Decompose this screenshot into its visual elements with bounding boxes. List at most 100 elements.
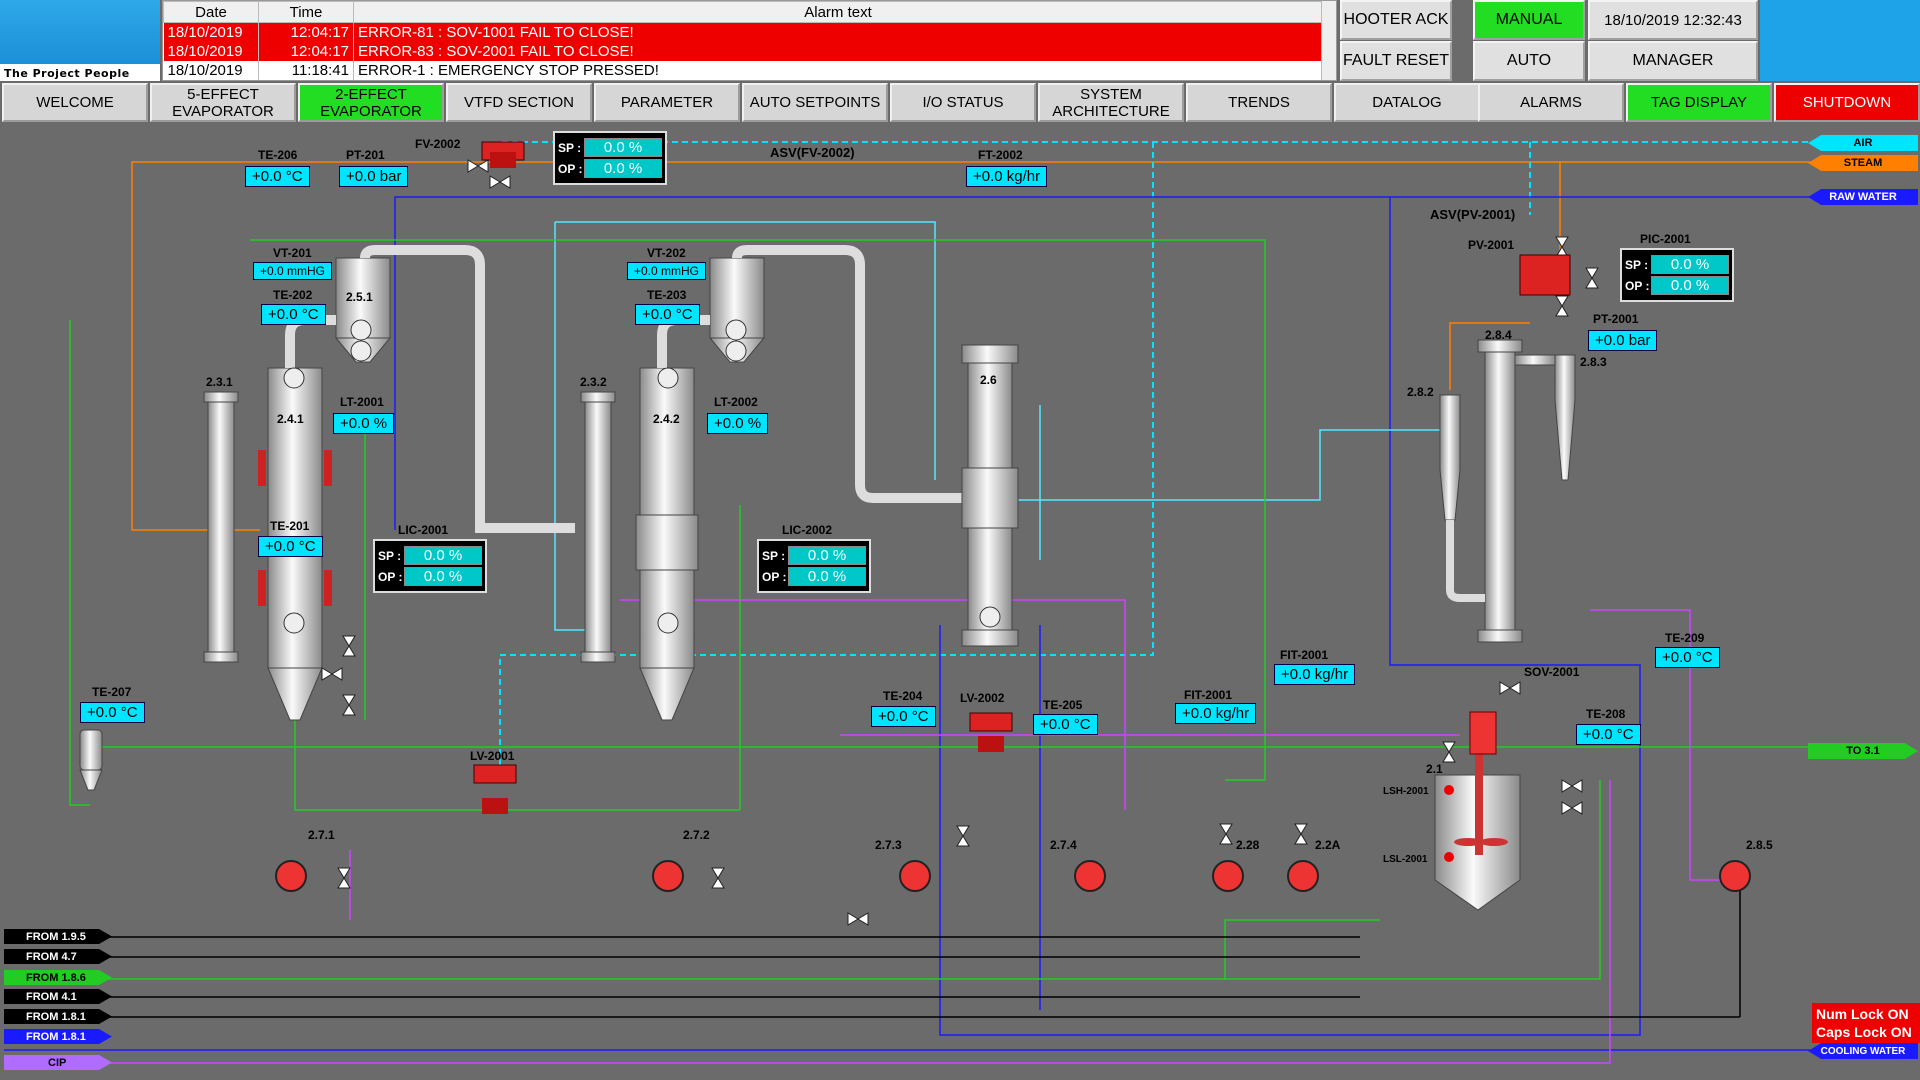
alarm-time: 12:04:17 — [258, 22, 354, 42]
nav-alarms[interactable]: ALARMS — [1478, 83, 1624, 122]
lic2001-faceplate[interactable]: SP :0.0 % OP :0.0 % — [373, 539, 487, 593]
header-blank-panel — [1760, 0, 1920, 81]
fv2002-faceplate[interactable]: SP :0.0 % OP :0.0 % — [553, 131, 667, 185]
from-tag: FROM 4.7 — [4, 949, 112, 964]
alarm-row[interactable]: 18/10/2019 12:04:17 ERROR-81 : SOV-1001 … — [163, 22, 1323, 42]
fit2001b-value[interactable]: +0.0 kg/hr — [1175, 703, 1257, 724]
cooler-te207 — [79, 729, 103, 791]
nav-2-effect-evaporator[interactable]: 2-EFFECT EVAPORATOR — [298, 83, 444, 122]
te201-value[interactable]: +0.0 °C — [258, 536, 323, 557]
pt201-value[interactable]: +0.0 bar — [339, 166, 409, 187]
te203-value[interactable]: +0.0 °C — [635, 304, 700, 325]
op-label: OP : — [378, 569, 403, 584]
lic2001-op[interactable]: 0.0 % — [404, 567, 482, 586]
nav-io-status[interactable]: I/O STATUS — [890, 83, 1036, 122]
te205-value[interactable]: +0.0 °C — [1033, 714, 1098, 735]
te204-value[interactable]: +0.0 °C — [871, 706, 936, 727]
vt202-value[interactable]: +0.0 mmHG — [627, 262, 707, 280]
pic2001-faceplate[interactable]: SP :0.0 % OP :0.0 % — [1620, 248, 1734, 302]
te209-value[interactable]: +0.0 °C — [1655, 647, 1720, 668]
lv2001-label: LV-2001 — [470, 749, 515, 763]
te207-value[interactable]: +0.0 °C — [80, 702, 145, 723]
pv2001-label: PV-2001 — [1468, 238, 1515, 252]
nav-shutdown[interactable]: SHUTDOWN — [1774, 83, 1920, 122]
nav-vtfd-section[interactable]: VTFD SECTION — [446, 83, 592, 122]
te201-label: TE-201 — [270, 519, 310, 533]
pt201-label: PT-201 — [346, 148, 385, 162]
equip-2-3-1: 2.3.1 — [206, 375, 233, 389]
fv2002-op[interactable]: 0.0 % — [584, 159, 662, 178]
pt2001-label: PT-2001 — [1593, 312, 1639, 326]
lt2001-value[interactable]: +0.0 % — [333, 413, 395, 434]
pump-2-7-2: 2.7.2 — [683, 828, 710, 842]
nav-trends[interactable]: TRENDS — [1186, 83, 1332, 122]
pump-2-7-1: 2.7.1 — [308, 828, 335, 842]
equip-2-8-4: 2.8.4 — [1485, 328, 1512, 342]
nav-parameter[interactable]: PARAMETER — [594, 83, 740, 122]
asv-fv2002-label: ASV(FV-2002) — [770, 145, 855, 160]
lt2002-value[interactable]: +0.0 % — [707, 413, 769, 434]
vt201-label: VT-201 — [273, 246, 312, 260]
sp-label: SP : — [762, 548, 786, 563]
nav-welcome[interactable]: WELCOME — [2, 83, 148, 122]
lic2002-faceplate[interactable]: SP :0.0 % OP :0.0 % — [757, 539, 871, 593]
nav-5-effect-evaporator[interactable]: 5-EFFECT EVAPORATOR — [150, 83, 296, 122]
from-tag: FROM 1.8.1 — [4, 1029, 112, 1044]
alarm-table: Date Time Alarm text 18/10/2019 12:04:17… — [163, 1, 1323, 80]
alarm-col-text: Alarm text — [353, 1, 1323, 23]
alarm-time: 11:18:41 — [258, 61, 354, 80]
from-tag: FROM 1.9.5 — [4, 929, 112, 944]
alarm-banner[interactable]: Date Time Alarm text 18/10/2019 12:04:17… — [162, 0, 1337, 81]
alarm-row[interactable]: 18/10/2019 12:04:17 ERROR-83 : SOV-2001 … — [163, 42, 1323, 61]
alarm-text: ERROR-1 : EMERGENCY STOP PRESSED! — [353, 61, 1323, 80]
lic2002-sp[interactable]: 0.0 % — [788, 546, 866, 565]
pump-2-7-4: 2.7.4 — [1050, 838, 1077, 852]
nav-tag-display[interactable]: TAG DISPLAY — [1626, 83, 1772, 122]
fault-reset-button[interactable]: FAULT RESET — [1340, 41, 1452, 81]
ft2002-value[interactable]: +0.0 kg/hr — [966, 166, 1048, 187]
vt201-value[interactable]: +0.0 mmHG — [253, 262, 333, 280]
vt202-label: VT-202 — [647, 246, 686, 260]
alarm-col-time: Time — [258, 1, 354, 23]
lic2002-label: LIC-2002 — [782, 523, 833, 537]
lic2001-sp[interactable]: 0.0 % — [404, 546, 482, 565]
equip-2-5-1: 2.5.1 — [346, 290, 373, 304]
te206-label: TE-206 — [258, 148, 298, 162]
pt2001-value[interactable]: +0.0 bar — [1588, 330, 1658, 351]
logo-text: The Project People — [4, 67, 130, 80]
evaporator-1 — [203, 245, 575, 721]
datetime-display: 18/10/2019 12:32:43 — [1588, 0, 1758, 40]
nav-auto-setpoints[interactable]: AUTO SETPOINTS — [742, 83, 888, 122]
equip-2-4-1: 2.4.1 — [277, 412, 304, 426]
from-tag: FROM 1.8.6 — [4, 970, 112, 985]
user-button[interactable]: MANAGER — [1588, 41, 1758, 81]
alarm-row[interactable]: 18/10/2019 11:18:41 ERROR-1 : EMERGENCY … — [163, 61, 1323, 80]
lsh2001-label: LSH-2001 — [1383, 786, 1429, 797]
pic2001-sp[interactable]: 0.0 % — [1651, 255, 1729, 274]
hooter-ack-button[interactable]: HOOTER ACK — [1340, 0, 1452, 40]
alarm-scrollbar[interactable] — [1321, 1, 1336, 80]
nav-datalog[interactable]: DATALOG — [1334, 83, 1480, 122]
te208-value[interactable]: +0.0 °C — [1576, 724, 1641, 745]
te202-value[interactable]: +0.0 °C — [261, 304, 326, 325]
pic2001-op[interactable]: 0.0 % — [1651, 276, 1729, 295]
lt2002-label: LT-2002 — [714, 395, 758, 409]
from-tag: FROM 1.8.1 — [4, 1009, 112, 1024]
fv2002-label: FV-2002 — [415, 137, 461, 151]
nav-system-architecture[interactable]: SYSTEM ARCHITECTURE — [1038, 83, 1184, 122]
company-logo: The Project People — [0, 0, 160, 81]
lic2002-op[interactable]: 0.0 % — [788, 567, 866, 586]
te206-value[interactable]: +0.0 °C — [245, 166, 310, 187]
op-label: OP : — [558, 161, 583, 176]
pump-2-28: 2.28 — [1236, 838, 1260, 852]
manual-mode-button[interactable]: MANUAL — [1473, 0, 1585, 40]
sp-label: SP : — [378, 548, 402, 563]
fv2002-sp[interactable]: 0.0 % — [584, 138, 662, 157]
utility-air: AIR — [1808, 135, 1918, 151]
te208-label: TE-208 — [1586, 707, 1626, 721]
equip-2-6: 2.6 — [980, 373, 997, 387]
auto-mode-button[interactable]: AUTO — [1473, 41, 1585, 81]
alarm-date: 18/10/2019 — [163, 61, 259, 80]
pump-2-8-5: 2.8.5 — [1746, 838, 1773, 852]
fit2001a-value[interactable]: +0.0 kg/hr — [1274, 664, 1356, 685]
